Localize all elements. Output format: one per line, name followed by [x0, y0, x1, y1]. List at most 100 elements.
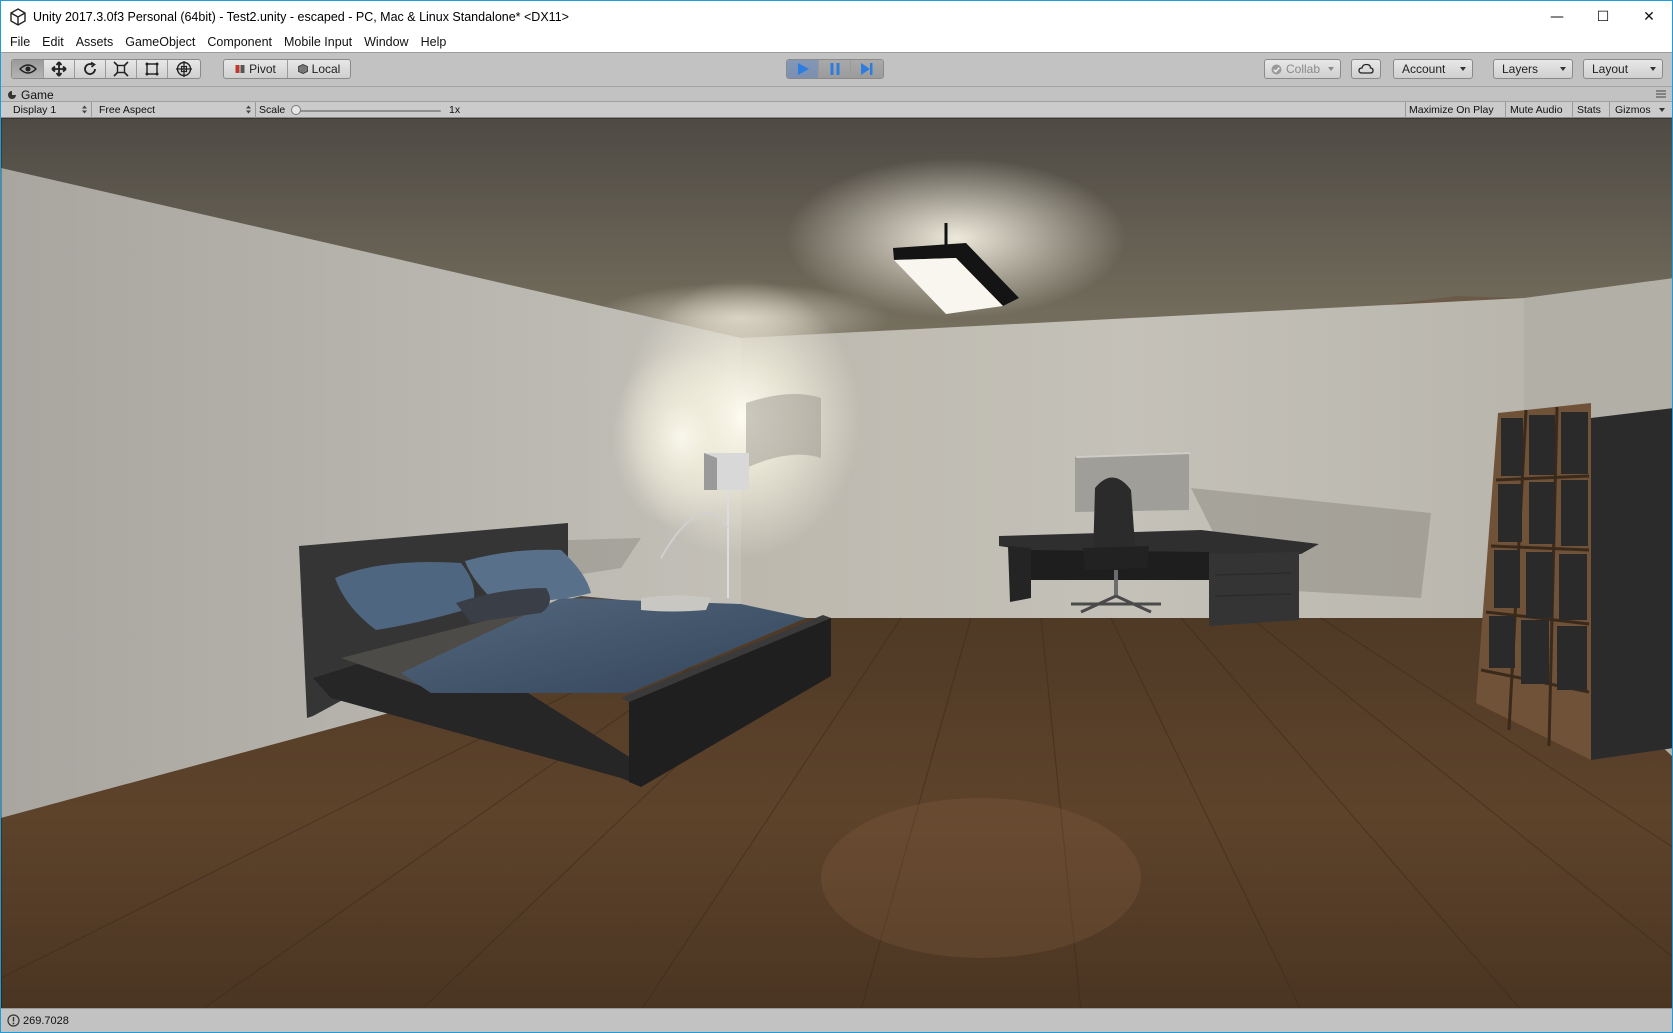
menu-help[interactable]: Help: [416, 35, 454, 49]
layout-label: Layout: [1592, 62, 1629, 76]
desk-leg: [1008, 546, 1031, 602]
chevron-down-icon: [1560, 67, 1566, 71]
toolbar-divider: [1505, 102, 1506, 118]
checkmark-icon: [1271, 64, 1282, 74]
bookshelf: [1476, 403, 1672, 760]
status-message[interactable]: 269.7028: [23, 1015, 69, 1027]
local-cube-icon: [297, 64, 308, 74]
maximize-on-play-toggle[interactable]: Maximize On Play: [1409, 102, 1494, 118]
pivot-icon: [235, 65, 245, 73]
toolbar-divider: [1609, 102, 1610, 118]
pause-icon: [830, 63, 839, 75]
game-view-toolbar: Display 1 Free Aspect Scale 1x Maximize …: [1, 101, 1672, 118]
game-tab-bar: Game: [1, 86, 1672, 102]
scale-slider-track[interactable]: [297, 110, 441, 112]
menu-gameobject[interactable]: GameObject: [120, 35, 202, 49]
scale-tool-button[interactable]: [106, 60, 137, 78]
menu-bar: File Edit Assets GameObject Component Mo…: [1, 32, 1672, 52]
updown-arrows-icon: [82, 105, 87, 114]
pivot-toggle[interactable]: Pivot: [224, 60, 288, 78]
menu-component[interactable]: Component: [202, 35, 279, 49]
desk-drawers: [1209, 552, 1299, 626]
pivot-label: Pivot: [249, 62, 276, 76]
mute-audio-toggle[interactable]: Mute Audio: [1510, 102, 1563, 118]
menu-file[interactable]: File: [5, 35, 37, 49]
step-button[interactable]: [851, 60, 883, 78]
game-tab-label: Game: [21, 87, 54, 102]
layers-label: Layers: [1502, 62, 1539, 76]
menu-mobile-input[interactable]: Mobile Input: [279, 35, 359, 49]
account-label: Account: [1402, 62, 1446, 76]
updown-arrows-icon: [246, 105, 251, 114]
gizmos-dropdown[interactable]: Gizmos: [1615, 102, 1665, 118]
eye-icon: [18, 64, 37, 74]
scale-value: 1x: [449, 104, 461, 116]
aspect-dropdown[interactable]: Free Aspect: [99, 102, 251, 118]
rect-transform-icon: [145, 62, 159, 76]
toolbar-divider: [1572, 102, 1573, 118]
toolbar-divider: [255, 102, 256, 118]
scale-label: Scale: [259, 104, 286, 116]
game-viewport[interactable]: [1, 118, 1672, 1010]
local-toggle[interactable]: Local: [288, 60, 350, 78]
window-controls: — ☐ ✕: [1534, 1, 1672, 32]
play-icon: [797, 63, 809, 75]
menu-window[interactable]: Window: [359, 35, 415, 49]
bookshelf-side: [1591, 408, 1672, 760]
unity-editor-window: Unity 2017.3.0f3 Personal (64bit) - Test…: [0, 0, 1673, 1033]
menu-edit[interactable]: Edit: [37, 35, 71, 49]
playback-controls: [786, 59, 884, 79]
close-button[interactable]: ✕: [1626, 1, 1672, 32]
chevron-down-icon: [1328, 67, 1334, 71]
floor-reflection: [821, 798, 1141, 958]
floor-lamp-glow-left: [611, 348, 751, 528]
aspect-label: Free Aspect: [99, 104, 156, 116]
gizmos-label: Gizmos: [1615, 104, 1651, 116]
status-bar: 269.7028: [1, 1008, 1672, 1032]
menu-assets[interactable]: Assets: [71, 35, 121, 49]
monitor: [1075, 452, 1191, 512]
move-tool-button[interactable]: [44, 60, 75, 78]
minimize-button[interactable]: —: [1534, 1, 1580, 32]
collab-label: Collab: [1286, 62, 1321, 76]
info-icon: [7, 1014, 20, 1027]
stats-toggle[interactable]: Stats: [1577, 102, 1601, 118]
tab-game[interactable]: Game: [7, 87, 54, 102]
maximize-button[interactable]: ☐: [1580, 1, 1626, 32]
hand-tool-button[interactable]: [12, 60, 44, 78]
layout-dropdown[interactable]: Layout: [1583, 59, 1663, 79]
local-label: Local: [311, 62, 341, 76]
pause-button[interactable]: [819, 60, 851, 78]
display-label: Display 1: [13, 104, 57, 116]
display-dropdown[interactable]: Display 1: [13, 102, 87, 118]
transform-gizmo-icon: [176, 61, 192, 77]
title-bar: Unity 2017.3.0f3 Personal (64bit) - Test…: [1, 1, 1672, 32]
scale-icon: [113, 61, 129, 77]
rotate-icon: [84, 61, 96, 75]
unity-logo-icon: [10, 7, 26, 26]
rotate-tool-button[interactable]: [75, 60, 106, 78]
account-dropdown[interactable]: Account: [1393, 59, 1473, 79]
move-arrows-icon: [51, 61, 67, 77]
panel-menu-icon[interactable]: [1656, 90, 1666, 98]
cloud-services-button[interactable]: [1351, 59, 1381, 79]
chevron-down-icon: [1650, 67, 1656, 71]
main-toolbar: Pivot Local Collab Account Layers Layout: [1, 52, 1672, 86]
rect-tool-button[interactable]: [137, 60, 168, 78]
transform-tools: [11, 59, 201, 79]
scale-slider-handle[interactable]: [291, 105, 301, 115]
window-title: Unity 2017.3.0f3 Personal (64bit) - Test…: [33, 9, 569, 24]
layers-dropdown[interactable]: Layers: [1493, 59, 1573, 79]
scene-render: [1, 118, 1672, 1010]
play-button[interactable]: [787, 60, 819, 78]
chevron-down-icon: [1460, 67, 1466, 71]
game-controller-icon: [8, 90, 16, 99]
pivot-mode-group: Pivot Local: [223, 59, 351, 79]
chevron-down-icon: [1659, 108, 1665, 112]
toolbar-divider: [91, 102, 92, 118]
transform-tool-button[interactable]: [168, 60, 200, 78]
collab-dropdown[interactable]: Collab: [1264, 59, 1341, 79]
cloud-icon: [1358, 63, 1374, 74]
toolbar-divider: [1405, 102, 1406, 118]
step-icon: [861, 63, 873, 75]
